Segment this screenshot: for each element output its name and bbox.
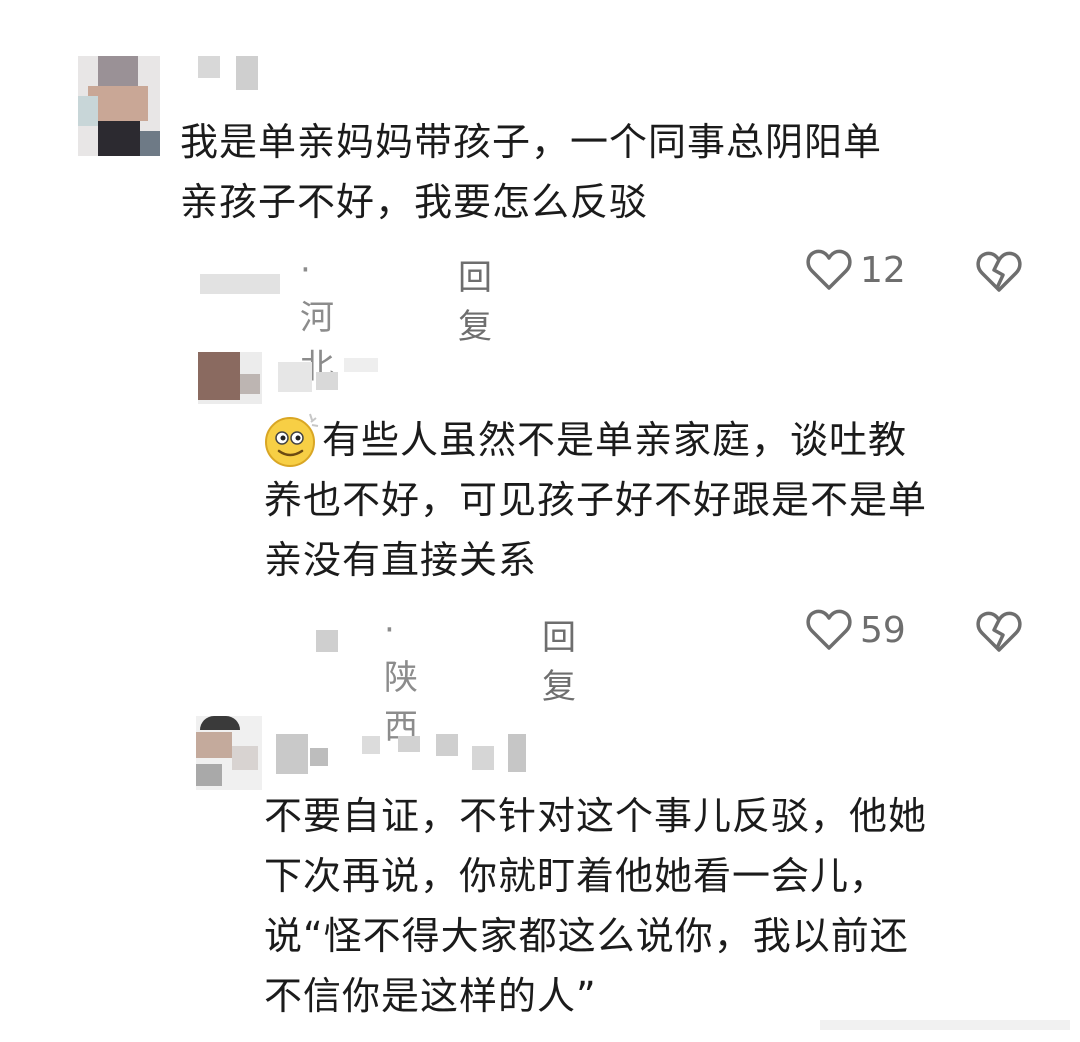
dislike-button[interactable]: [976, 250, 1022, 298]
avatar[interactable]: [196, 716, 262, 790]
heart-outline-icon: [806, 249, 852, 290]
username-blurred[interactable]: [278, 354, 388, 394]
like-count: 12: [860, 249, 906, 291]
username-blurred: [316, 630, 346, 654]
reply-button[interactable]: 回复: [458, 250, 492, 348]
heart-outline-icon: [806, 609, 852, 650]
blurred-footer-strip: [820, 1020, 1070, 1030]
comment-text: 我是单亲妈妈带孩子，一个同事总阴阳单 亲孩子不好，我要怎么反驳: [180, 120, 883, 224]
like-count: 59: [860, 609, 906, 651]
like-button[interactable]: 59: [806, 608, 906, 652]
username-blurred[interactable]: [198, 56, 268, 92]
comment-text: 有些人虽然不是单亲家庭，谈吐教 养也不好，可见孩子好不好跟是不是单 亲没有直接关…: [264, 418, 928, 582]
dislike-button[interactable]: [976, 610, 1022, 658]
broken-heart-icon: [976, 611, 1022, 652]
broken-heart-icon: [976, 251, 1022, 292]
username-blurred: [200, 268, 290, 296]
avatar[interactable]: [198, 352, 262, 404]
like-button[interactable]: 12: [806, 248, 906, 292]
avatar[interactable]: [78, 56, 160, 156]
reply-button[interactable]: 回复: [542, 610, 576, 708]
comment-text: 不要自证，不针对这个事儿反驳，他她 下次再说，你就盯着他她看一会儿， 说“怪不得…: [264, 794, 928, 1018]
username-blurred[interactable]: [276, 730, 546, 774]
comment-location: · 陕西: [384, 610, 418, 747]
